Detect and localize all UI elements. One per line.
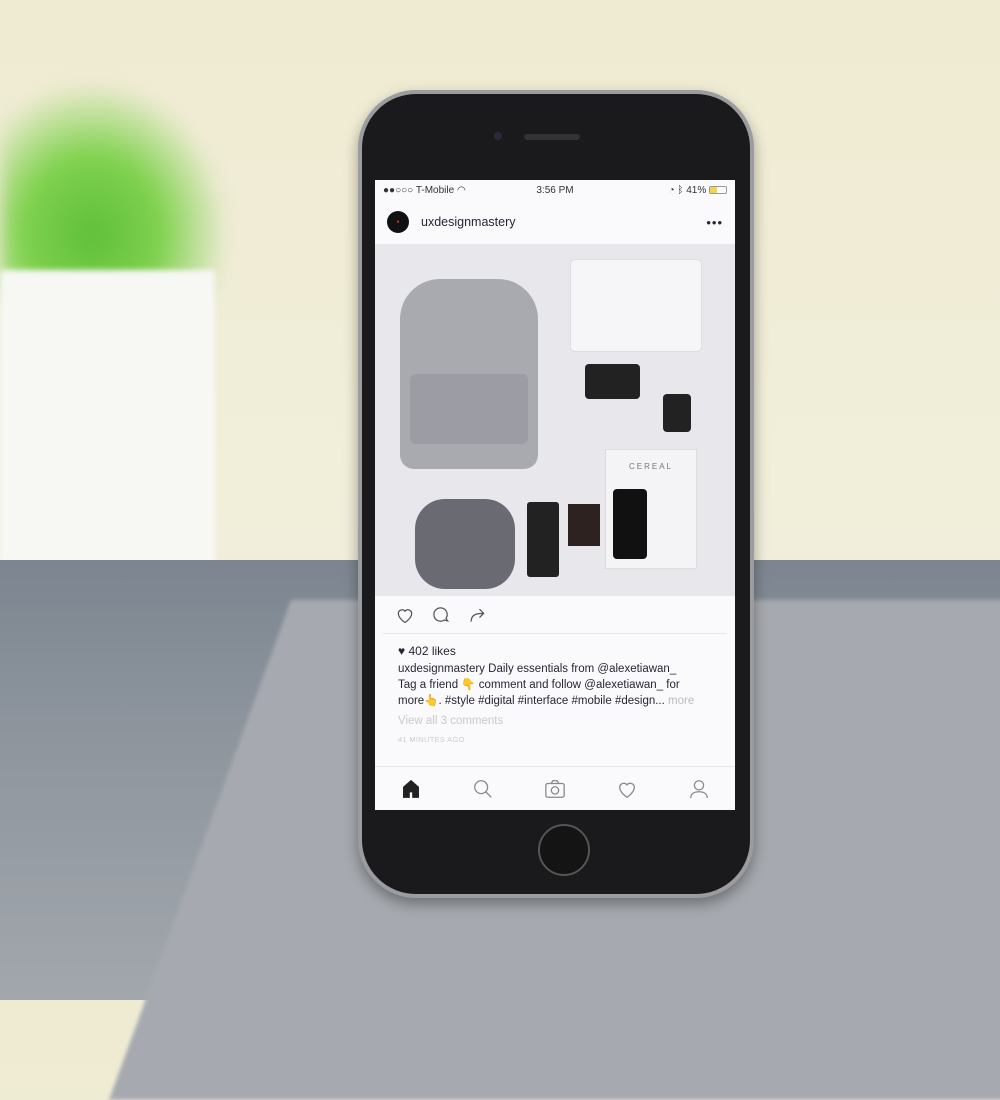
caption-line-1: Daily essentials from @alexetiawan_ [488,663,677,675]
laptop [570,259,702,352]
background-planter [0,270,215,600]
post-actions [383,596,727,634]
likes-label: 402 likes [408,644,456,658]
home-icon[interactable] [400,778,422,800]
view-comments-link[interactable]: View all 3 comments [375,709,735,727]
lens [663,394,691,432]
magazine-title: CEREAL [628,462,673,471]
comment-icon[interactable] [431,605,451,625]
caption-username[interactable]: uxdesignmastery [398,663,485,675]
heart-filled-icon: ♥ [398,644,406,658]
caption-line-3: more👆. #style #digital #interface #mobil… [398,695,665,707]
background-plant [0,80,230,300]
avatar[interactable]: ● [387,211,409,233]
front-camera [494,132,502,140]
status-bar: ●●○○○ T-Mobile ◠ 3:56 PM ◔ ᛒ 41% [375,180,735,200]
share-icon[interactable] [467,605,487,625]
heart-icon[interactable] [616,778,638,800]
likes-count[interactable]: ♥ 402 likes [375,634,735,658]
ellipsis-icon[interactable]: ••• [706,215,723,230]
shoes [415,499,515,589]
camera-icon[interactable] [544,778,566,800]
post-header: ● uxdesignmastery ••• [375,200,735,244]
post-timestamp: 41 MINUTES AGO [398,735,465,744]
camera [585,364,640,399]
smartphone [613,489,647,559]
caption: uxdesignmastery Daily essentials from @a… [375,658,735,709]
phone-screen: ●●○○○ T-Mobile ◠ 3:56 PM ◔ ᛒ 41% ● uxdes… [375,180,735,810]
phone-item [527,502,559,577]
caption-line-2: Tag a friend 👇 comment and follow @alexe… [398,679,680,691]
earpiece [524,134,580,140]
tab-bar [375,766,735,810]
clock: 3:56 PM [536,185,574,196]
home-button[interactable] [538,824,590,876]
backpack-pocket [410,374,528,444]
profile-icon[interactable] [688,778,710,800]
wallet [568,504,600,546]
post-username[interactable]: uxdesignmastery [421,215,706,229]
search-icon[interactable] [472,778,494,800]
more-link[interactable]: more [668,695,694,707]
battery-icon [709,185,727,194]
post-photo[interactable]: CEREAL [375,244,735,596]
like-icon[interactable] [395,605,415,625]
